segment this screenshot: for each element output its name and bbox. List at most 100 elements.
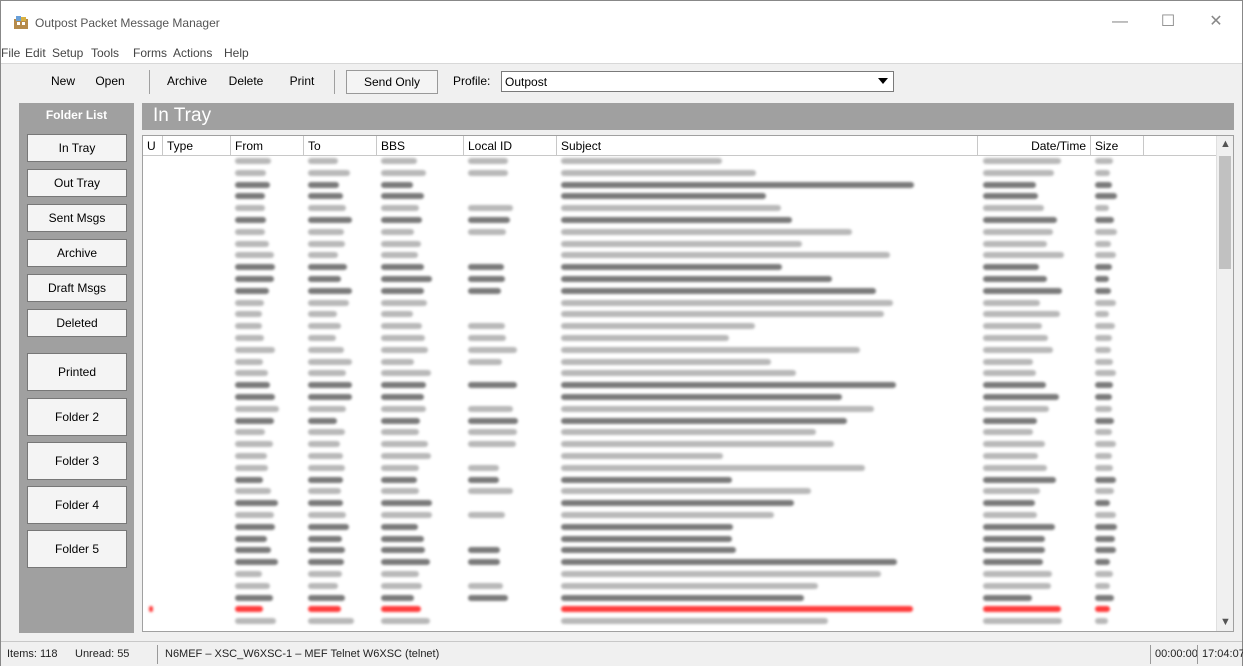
- print-button[interactable]: Print: [282, 70, 322, 94]
- column-header-from[interactable]: From: [231, 136, 304, 156]
- table-cell: [983, 429, 1034, 436]
- menu-file[interactable]: File: [1, 46, 20, 60]
- table-cell: [308, 264, 348, 271]
- table-cell: [1095, 618, 1109, 625]
- table-cell: [308, 358, 352, 365]
- column-header-date-time[interactable]: Date/Time: [978, 136, 1091, 156]
- table-row[interactable]: [143, 333, 1218, 344]
- table-row[interactable]: [143, 486, 1218, 497]
- table-row[interactable]: [143, 522, 1218, 533]
- column-header-bbs[interactable]: BBS: [377, 136, 464, 156]
- table-row[interactable]: [143, 404, 1218, 415]
- table-cell: [381, 429, 419, 436]
- table-row[interactable]: [143, 357, 1218, 368]
- table-cell: [561, 264, 783, 271]
- table-row[interactable]: [143, 581, 1218, 592]
- table-cell: [1095, 276, 1109, 282]
- table-row[interactable]: [143, 569, 1218, 580]
- table-row[interactable]: [143, 286, 1218, 297]
- table-row[interactable]: [143, 545, 1218, 556]
- folder-printed[interactable]: Printed: [27, 353, 127, 391]
- message-list[interactable]: U Type From To BBS Local ID Subject Date…: [142, 135, 1234, 632]
- table-row[interactable]: [143, 475, 1218, 486]
- column-header-type[interactable]: Type: [163, 136, 231, 156]
- table-cell: [1095, 429, 1112, 436]
- menu-actions[interactable]: Actions: [173, 46, 212, 60]
- folder-out-tray[interactable]: Out Tray: [27, 169, 127, 197]
- table-row[interactable]: [143, 451, 1218, 462]
- column-header-to[interactable]: To: [304, 136, 377, 156]
- menu-forms[interactable]: Forms: [133, 46, 167, 60]
- folder-2[interactable]: Folder 2: [27, 398, 127, 436]
- table-row[interactable]: [143, 180, 1218, 191]
- status-bar: Items: 118 Unread: 55 N6MEF – XSC_W6XSC-…: [1, 641, 1243, 666]
- table-row[interactable]: [143, 616, 1218, 627]
- scroll-down-icon[interactable]: ▼: [1217, 614, 1233, 631]
- table-cell: [983, 181, 1037, 188]
- table-row[interactable]: [143, 298, 1218, 309]
- folder-sent-msgs[interactable]: Sent Msgs: [27, 204, 127, 232]
- profile-select[interactable]: Outpost: [501, 71, 894, 92]
- table-row[interactable]: [143, 274, 1218, 285]
- menu-setup[interactable]: Setup: [52, 46, 83, 60]
- table-row[interactable]: [143, 156, 1218, 167]
- table-row[interactable]: [143, 227, 1218, 238]
- table-row[interactable]: [143, 321, 1218, 332]
- column-header-unread[interactable]: U: [143, 136, 163, 156]
- table-cell: [561, 205, 781, 212]
- table-row[interactable]: [143, 250, 1218, 261]
- folder-archive[interactable]: Archive: [27, 239, 127, 267]
- table-row[interactable]: [143, 345, 1218, 356]
- table-row[interactable]: [143, 309, 1218, 320]
- scrollbar-thumb[interactable]: [1219, 156, 1231, 269]
- table-row[interactable]: [143, 168, 1218, 179]
- table-cell: [1095, 217, 1114, 223]
- table-row[interactable]: [143, 239, 1218, 250]
- close-button[interactable]: ✕: [1201, 9, 1231, 35]
- new-button[interactable]: New: [43, 70, 83, 94]
- delete-button[interactable]: Delete: [220, 70, 272, 94]
- table-row[interactable]: [143, 593, 1218, 604]
- archive-button[interactable]: Archive: [159, 70, 215, 94]
- table-row[interactable]: [143, 463, 1218, 474]
- folder-draft-msgs[interactable]: Draft Msgs: [27, 274, 127, 302]
- column-header-size[interactable]: Size: [1091, 136, 1144, 156]
- table-row[interactable]: [143, 557, 1218, 568]
- folder-in-tray[interactable]: In Tray: [27, 134, 127, 162]
- table-row[interactable]: [143, 191, 1218, 202]
- table-row[interactable]: [143, 368, 1218, 379]
- table-row[interactable]: [143, 380, 1218, 391]
- open-button[interactable]: Open: [85, 70, 135, 94]
- folder-5[interactable]: Folder 5: [27, 530, 127, 568]
- table-cell: [381, 181, 414, 188]
- table-row[interactable]: [143, 439, 1218, 450]
- column-header-local-id[interactable]: Local ID: [464, 136, 557, 156]
- table-row[interactable]: [143, 427, 1218, 438]
- table-cell: [1095, 488, 1114, 495]
- menu-edit[interactable]: Edit: [25, 46, 46, 60]
- maximize-button[interactable]: ☐: [1153, 9, 1183, 35]
- vertical-scrollbar[interactable]: ▲ ▼: [1216, 136, 1233, 631]
- table-cell: [561, 500, 794, 507]
- folder-4[interactable]: Folder 4: [27, 486, 127, 524]
- table-row[interactable]: [143, 262, 1218, 273]
- table-cell: [1095, 299, 1116, 306]
- table-row[interactable]: [143, 203, 1218, 214]
- table-row[interactable]: [143, 604, 1218, 615]
- folder-3[interactable]: Folder 3: [27, 442, 127, 480]
- table-row[interactable]: [143, 498, 1218, 509]
- folder-deleted[interactable]: Deleted: [27, 309, 127, 337]
- table-row[interactable]: [143, 215, 1218, 226]
- minimize-button[interactable]: —: [1105, 9, 1135, 35]
- table-row[interactable]: [143, 392, 1218, 403]
- table-cell: [308, 441, 340, 448]
- table-row[interactable]: [143, 534, 1218, 545]
- table-row[interactable]: [143, 510, 1218, 521]
- scroll-up-icon[interactable]: ▲: [1217, 136, 1233, 153]
- table-row[interactable]: [143, 416, 1218, 427]
- column-header-spacer: [1144, 136, 1218, 156]
- menu-tools[interactable]: Tools: [91, 46, 119, 60]
- column-header-subject[interactable]: Subject: [557, 136, 978, 156]
- menu-help[interactable]: Help: [224, 46, 249, 60]
- send-only-button[interactable]: Send Only: [346, 70, 438, 94]
